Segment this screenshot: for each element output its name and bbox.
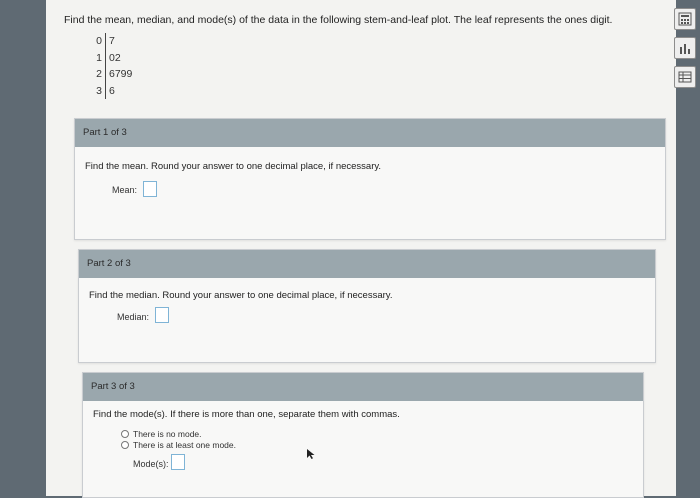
mean-label: Mean:	[112, 185, 138, 195]
stem: 0	[90, 33, 106, 50]
stem: 1	[90, 49, 106, 66]
mouse-cursor-icon	[307, 449, 315, 459]
stem-leaf-row: 3 6	[90, 82, 132, 99]
part-1-header: Part 1 of 3	[75, 119, 665, 147]
problem-page: Find the mean, median, and mode(s) of th…	[46, 0, 676, 498]
leaf: 02	[109, 51, 121, 64]
stem: 2	[90, 66, 106, 83]
median-label: Median:	[117, 312, 150, 322]
no-mode-radio[interactable]	[121, 430, 129, 438]
part-3-header: Part 3 of 3	[83, 373, 643, 401]
data-icon[interactable]	[674, 37, 696, 59]
part-3-panel: Part 3 of 3 Find the mode(s). If there i…	[82, 372, 644, 498]
calculator-icon[interactable]	[674, 8, 696, 30]
has-mode-option[interactable]: There is at least one mode.	[121, 440, 236, 450]
part-2-panel: Part 2 of 3 Find the median. Round your …	[78, 249, 656, 363]
no-mode-option[interactable]: There is no mode.	[121, 429, 202, 439]
leaf: 6	[109, 84, 115, 97]
stem-leaf-row: 2 6799	[90, 66, 132, 83]
part-1-instruction: Find the mean. Round your answer to one …	[85, 161, 382, 172]
part-2-instruction: Find the median. Round your answer to on…	[89, 290, 393, 301]
part-3-instruction: Find the mode(s). If there is more than …	[93, 409, 400, 420]
part-2-header: Part 2 of 3	[79, 250, 655, 278]
stem-leaf-plot: 0 7 1 02 2 6799 3 6	[90, 33, 132, 99]
part-1-panel: Part 1 of 3 Find the mean. Round your an…	[74, 118, 666, 240]
has-mode-radio[interactable]	[121, 441, 129, 449]
stem: 3	[90, 82, 106, 99]
stem-leaf-row: 0 7	[90, 33, 132, 50]
tool-sidebar	[674, 8, 696, 95]
stem-leaf-row: 1 02	[90, 49, 132, 66]
has-mode-label: There is at least one mode.	[133, 440, 237, 450]
no-mode-label: There is no mode.	[133, 429, 202, 439]
table-icon[interactable]	[674, 66, 696, 88]
modes-label: Mode(s):	[133, 459, 169, 469]
leaf: 6799	[109, 68, 133, 80]
median-input[interactable]	[155, 307, 169, 323]
modes-input[interactable]	[171, 454, 185, 470]
leaf: 7	[109, 35, 115, 47]
question-text: Find the mean, median, and mode(s) of th…	[64, 14, 613, 26]
mean-input[interactable]	[143, 181, 157, 197]
